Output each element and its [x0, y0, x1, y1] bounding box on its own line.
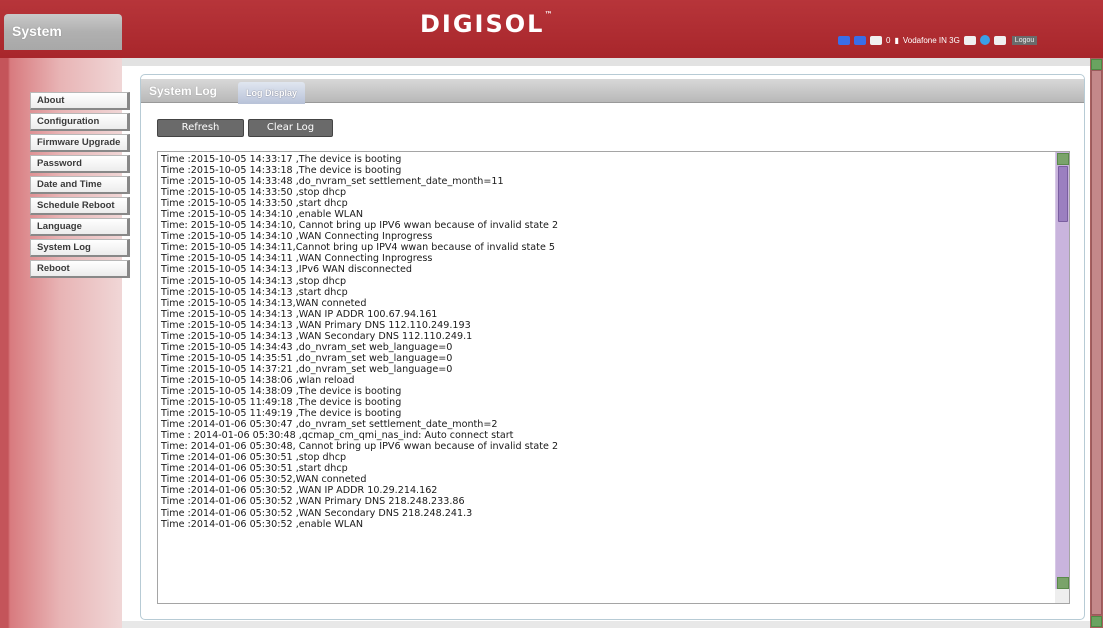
log-line: Time: 2014-01-06 05:30:48, Cannot bring … [161, 441, 559, 453]
globe-icon [979, 35, 990, 45]
resize-handle-icon[interactable] [1055, 589, 1069, 603]
log-line: Time :2015-10-05 14:34:10 ,enable WLAN [161, 209, 364, 221]
page-scrollbar[interactable] [1090, 58, 1103, 628]
sidebar-item-language[interactable]: Language [30, 218, 130, 236]
log-line: Time :2015-10-05 11:49:18 ,The device is… [161, 397, 402, 409]
log-line: Time :2014-01-06 05:30:52 ,WAN IP ADDR 1… [161, 485, 438, 497]
log-line: Time: 2015-10-05 14:34:11,Cannot bring u… [161, 242, 555, 254]
log-line: Time :2015-10-05 14:34:13 ,start dhcp [161, 286, 348, 298]
roaming-icon [963, 35, 976, 45]
log-line: Time :2014-01-06 05:30:52 ,enable WLAN [161, 518, 364, 530]
log-line: Time :2015-10-05 14:34:43 ,do_nvram_set … [161, 341, 453, 353]
log-line: Time :2015-10-05 14:34:13 ,WAN IP ADDR 1… [161, 308, 438, 320]
log-line: Time :2015-10-05 11:49:19 ,The device is… [161, 408, 402, 420]
log-line: Time : 2014-01-06 05:30:48 ,qcmap_cm_qmi… [161, 430, 514, 442]
log-lines: Time :2015-10-05 14:33:17 ,The device is… [161, 154, 1051, 530]
top-header: System DIGISOL™ 0 ▮ Vodafone IN 3G Logou [0, 0, 1103, 58]
refresh-button[interactable]: Refresh [157, 119, 244, 137]
battery-icon [993, 35, 1006, 45]
log-textarea[interactable]: Time :2015-10-05 14:33:17 ,The device is… [157, 151, 1070, 604]
sidebar-menu: About Configuration Firmware Upgrade Pas… [30, 92, 130, 281]
log-line: Time :2015-10-05 14:34:13 ,stop dhcp [161, 275, 347, 287]
page-scroll-down-icon[interactable] [1091, 616, 1102, 627]
section-title: System [12, 23, 62, 39]
log-line: Time :2014-01-06 05:30:52 ,WAN Secondary… [161, 507, 473, 519]
sidebar-item-reboot[interactable]: Reboot [30, 260, 130, 278]
scroll-thumb[interactable] [1058, 166, 1068, 222]
digisol-logo: DIGISOL™ [420, 10, 555, 38]
log-scrollbar[interactable] [1055, 152, 1069, 590]
log-line: Time: 2015-10-05 14:34:10, Cannot bring … [161, 220, 559, 232]
clear-log-button[interactable]: Clear Log [248, 119, 333, 137]
scroll-up-icon[interactable] [1057, 153, 1069, 165]
network-status-icon [838, 35, 850, 45]
log-line: Time :2014-01-06 05:30:52,WAN conneted [161, 474, 367, 486]
bottom-divider [122, 621, 1090, 628]
log-line: Time :2015-10-05 14:34:13 ,IPv6 WAN disc… [161, 264, 412, 276]
log-line: Time :2015-10-05 14:33:17 ,The device is… [161, 154, 402, 165]
sidebar-item-schedule-reboot[interactable]: Schedule Reboot [30, 197, 130, 215]
log-line: Time :2014-01-06 05:30:51 ,start dhcp [161, 463, 348, 475]
log-line: Time :2015-10-05 14:37:21 ,do_nvram_set … [161, 363, 453, 375]
sms-icon[interactable] [870, 35, 882, 45]
log-line: Time :2015-10-05 14:34:13 ,WAN Primary D… [161, 319, 471, 331]
log-line: Time :2015-10-05 14:33:48 ,do_nvram_set … [161, 176, 504, 188]
logout-button[interactable]: Logou [1011, 35, 1038, 45]
system-log-panel: System Log Log Display Refresh Clear Log… [140, 74, 1085, 620]
network-name: Vodafone IN 3G [902, 35, 960, 45]
sim-icon [854, 35, 866, 45]
log-line: Time :2014-01-06 05:30:47 ,do_nvram_set … [161, 419, 498, 431]
log-line: Time :2015-10-05 14:34:13,WAN conneted [161, 297, 367, 309]
signal-icon: ▮ [894, 35, 899, 45]
log-line: Time :2015-10-05 14:35:51 ,do_nvram_set … [161, 352, 453, 364]
log-line: Time :2015-10-05 14:34:13 ,WAN Secondary… [161, 330, 473, 342]
sidebar-item-date-and-time[interactable]: Date and Time [30, 176, 130, 194]
status-bar: 0 ▮ Vodafone IN 3G Logou [838, 34, 1038, 46]
panel-title: System Log [149, 84, 218, 98]
scroll-down-icon[interactable] [1057, 577, 1069, 589]
sidebar-item-password[interactable]: Password [30, 155, 130, 173]
tab-log-display[interactable]: Log Display [238, 82, 306, 104]
panel-header: System Log Log Display [141, 79, 1084, 104]
page-scroll-thumb[interactable] [1091, 70, 1102, 615]
log-line: Time :2015-10-05 14:34:10 ,WAN Connectin… [161, 231, 433, 243]
sidebar-item-system-log[interactable]: System Log [30, 239, 130, 257]
page-scroll-up-icon[interactable] [1091, 59, 1102, 70]
section-tab: System [4, 14, 122, 50]
log-line: Time :2015-10-05 14:34:11 ,WAN Connectin… [161, 253, 433, 265]
sms-count: 0 [886, 35, 891, 45]
sidebar-item-firmware-upgrade[interactable]: Firmware Upgrade [30, 134, 130, 152]
log-line: Time :2014-01-06 05:30:52 ,WAN Primary D… [161, 496, 465, 508]
top-divider [0, 58, 1090, 66]
log-line: Time :2014-01-06 05:30:51 ,stop dhcp [161, 452, 347, 464]
log-line: Time :2015-10-05 14:33:50 ,stop dhcp [161, 187, 347, 199]
log-line: Time :2015-10-05 14:38:06 ,wlan reload [161, 374, 355, 386]
log-line: Time :2015-10-05 14:33:18 ,The device is… [161, 165, 402, 177]
log-line: Time :2015-10-05 14:33:50 ,start dhcp [161, 198, 348, 210]
sidebar-item-configuration[interactable]: Configuration [30, 113, 130, 131]
log-line: Time :2015-10-05 14:38:09 ,The device is… [161, 385, 402, 397]
sidebar-item-about[interactable]: About [30, 92, 130, 110]
